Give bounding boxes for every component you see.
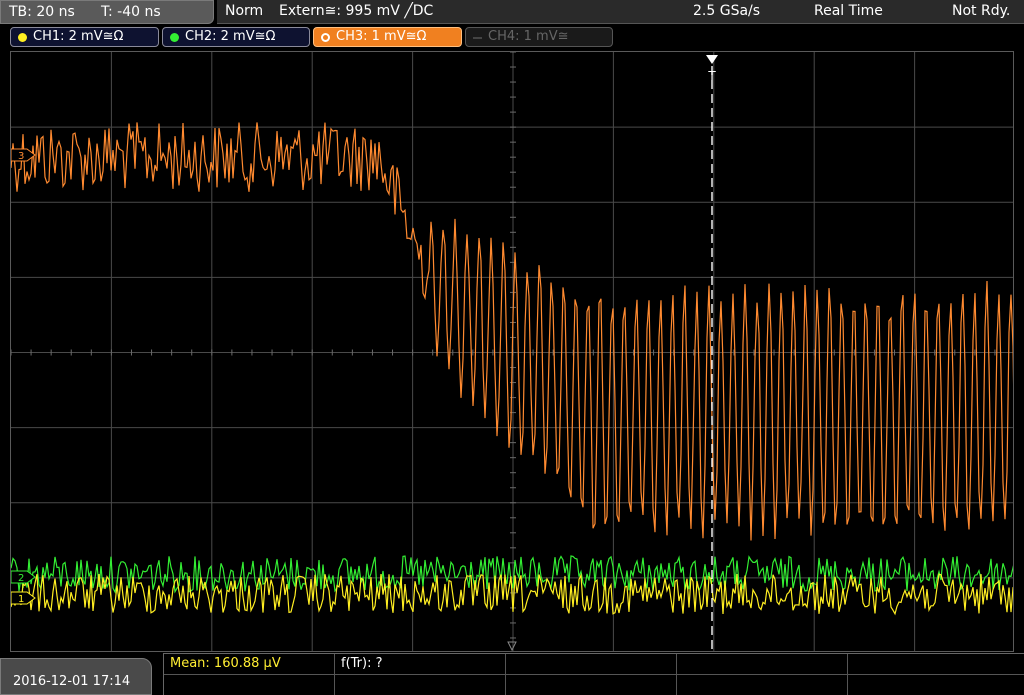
ch2-marker-label: 2 <box>18 573 24 584</box>
channel-1-button[interactable]: CH1: 2 mV≅Ω <box>10 27 159 47</box>
run-status-label: Not Rdy. <box>952 3 1011 19</box>
datetime-panel: 2016-12-01 17:14 <box>0 658 152 695</box>
channel-1-label: CH1: 2 mV≅Ω <box>33 29 124 44</box>
bottom-bar: 2016-12-01 17:14 Mean: 160.88 µV f(Tr): … <box>0 653 1024 695</box>
timebase-label: TB: 20 ns <box>9 4 75 20</box>
ch3-marker-label: 3 <box>18 151 24 162</box>
trigger-source-label: Extern≅: 995 mV ╱DC <box>279 3 434 19</box>
trigger-offset-label: T: -40 ns <box>101 4 161 20</box>
channel-3-button[interactable]: CH3: 1 mV≅Ω <box>313 27 462 47</box>
channel-4-dot-icon <box>473 37 482 39</box>
acquisition-mode-label: Real Time <box>814 3 883 19</box>
center-marker-icon <box>507 641 517 651</box>
channel-strip: CH1: 2 mV≅Ω CH2: 2 mV≅Ω CH3: 1 mV≅Ω CH4:… <box>0 25 1024 49</box>
channel-1-dot-icon <box>18 33 27 42</box>
frequency-measurement: f(Tr): ? <box>341 656 383 671</box>
measurement-table[interactable]: Mean: 160.88 µV f(Tr): ? <box>163 653 1024 695</box>
channel-3-dot-icon <box>321 33 330 42</box>
channel-4-label: CH4: 1 mV≅ <box>488 29 569 44</box>
channel-2-dot-icon <box>170 33 179 42</box>
sample-rate-label: 2.5 GSa/s <box>693 3 761 19</box>
waveform-canvas: T 3 2 1 <box>11 52 1013 651</box>
channel-2-label: CH2: 2 mV≅Ω <box>185 29 276 44</box>
ch1-marker-label: 1 <box>18 594 24 605</box>
channel-2-button[interactable]: CH2: 2 mV≅Ω <box>162 27 310 47</box>
trigger-status-panel[interactable]: Norm Extern≅: 995 mV ╱DC 2.5 GSa/s Real … <box>217 0 1024 24</box>
channel-3-label: CH3: 1 mV≅Ω <box>336 29 427 44</box>
waveform-display[interactable]: T 3 2 1 <box>10 51 1014 652</box>
timebase-panel[interactable]: TB: 20 ns T: -40 ns <box>0 0 214 24</box>
channel-4-button[interactable]: CH4: 1 mV≅ <box>465 27 613 47</box>
trigger-marker-label: T <box>707 69 716 83</box>
trigger-arrow-icon <box>706 55 718 64</box>
trigger-mode-label: Norm <box>225 3 264 19</box>
top-status-bar: TB: 20 ns T: -40 ns Norm Extern≅: 995 mV… <box>0 0 1024 24</box>
mean-measurement: Mean: 160.88 µV <box>170 656 281 671</box>
datetime-label: 2016-12-01 17:14 <box>13 674 131 689</box>
